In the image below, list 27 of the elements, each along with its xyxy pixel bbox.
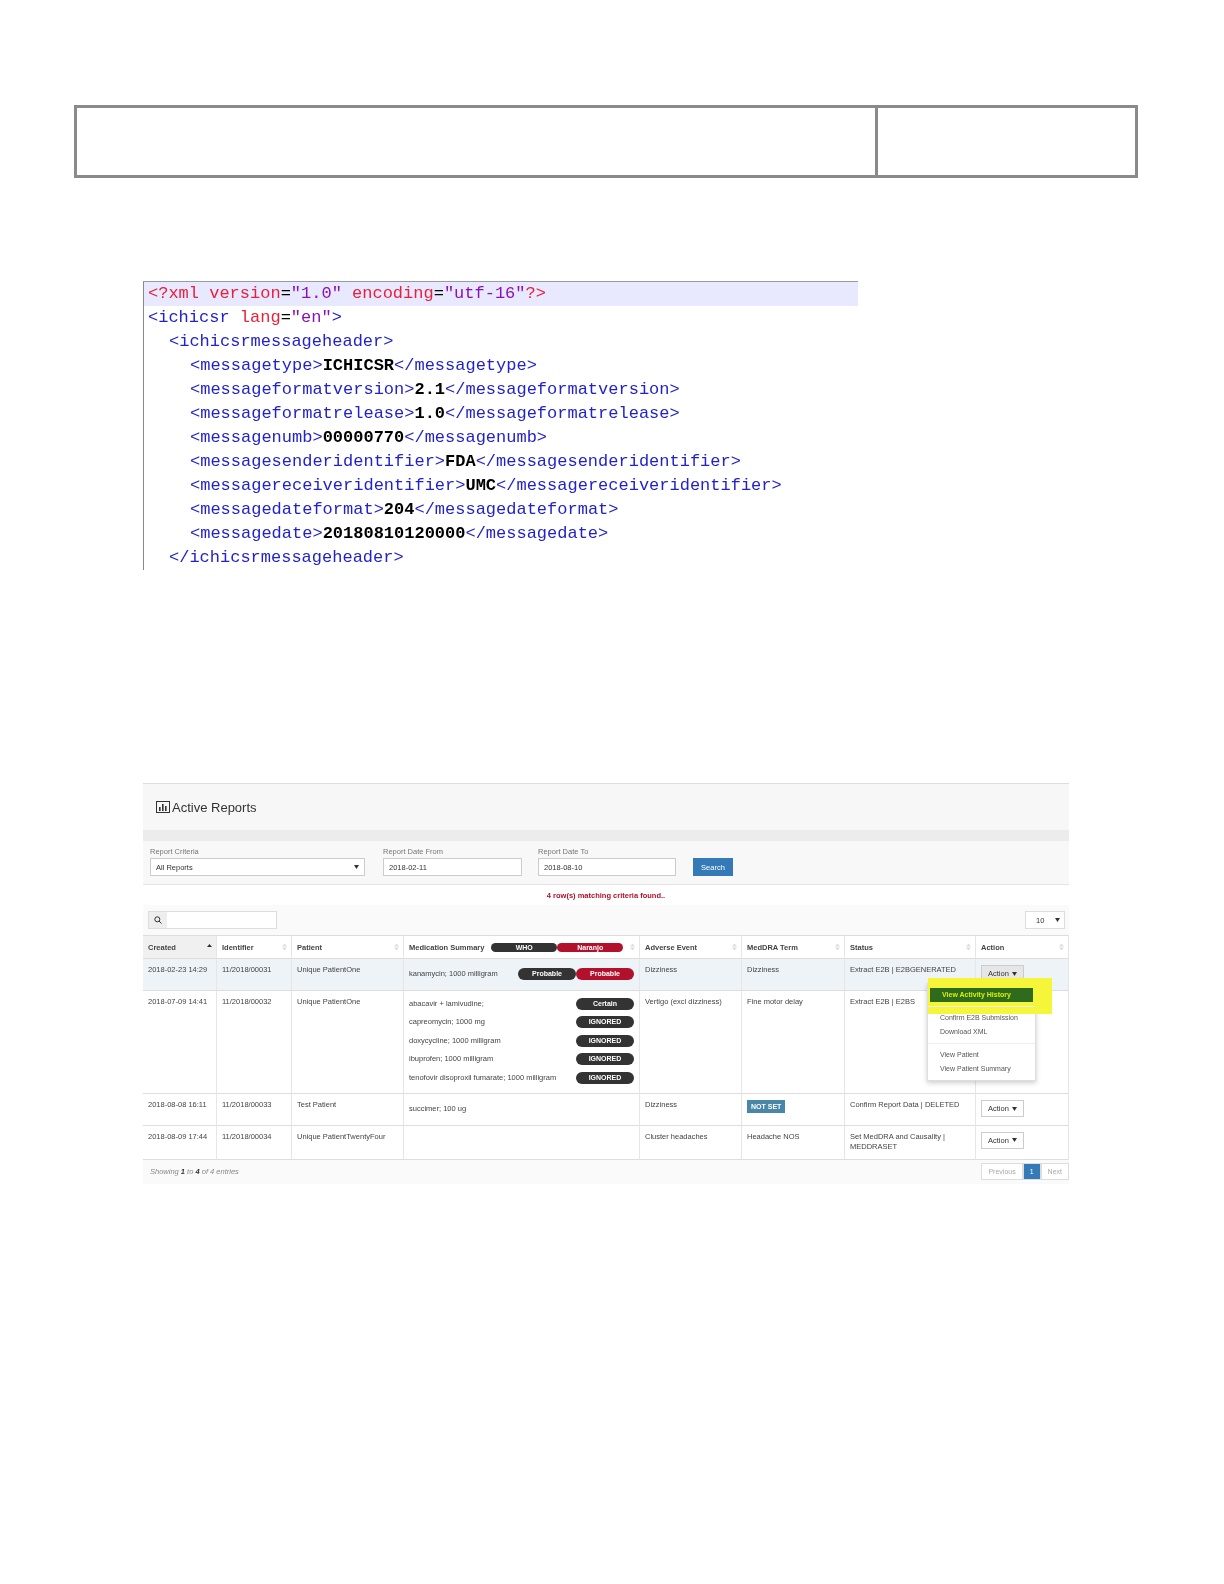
caret-icon xyxy=(1055,918,1060,922)
caret-icon xyxy=(1011,1106,1017,1111)
code-line: <messagereceiveridentifier>UMC</messagereceiveridentifier> xyxy=(143,474,858,498)
code-line: <messagedate>20180810120000</messagedate> xyxy=(143,522,858,546)
caret-icon xyxy=(1011,971,1017,976)
code-line: <messagenumb>00000770</messagenumb> xyxy=(143,426,858,450)
search-icon xyxy=(154,916,162,924)
sort-icon xyxy=(394,943,399,951)
code-line: <messagesenderidentifier>FDA</messagesenderidentifier> xyxy=(143,450,858,474)
sort-icon xyxy=(630,943,635,951)
code-line: <messagetype>ICHICSR</messagetype> xyxy=(143,354,858,378)
code-line: <ichicsr lang="en"> xyxy=(143,306,858,330)
code-line: <messagedateformat>204</messagedateformat> xyxy=(143,498,858,522)
code-line: <ichicsrmessageheader> xyxy=(143,330,858,354)
code-line: </ichicsrmessageheader> xyxy=(143,546,858,570)
code-line: <messageformatrelease>1.0</messageformatrelease> xyxy=(143,402,858,426)
caret-icon xyxy=(1011,1138,1017,1142)
bar-chart-icon xyxy=(156,801,170,813)
sort-icon xyxy=(1059,943,1064,951)
sort-icon xyxy=(732,943,737,951)
search-field[interactable] xyxy=(148,911,277,929)
caret-icon xyxy=(354,865,359,869)
panel-title: Active Reports xyxy=(172,799,257,815)
sort-icon xyxy=(835,943,840,951)
sort-icon xyxy=(966,943,971,951)
code-line: <messageformatversion>2.1</messageformatversion> xyxy=(143,378,858,402)
sort-icon xyxy=(282,943,287,951)
